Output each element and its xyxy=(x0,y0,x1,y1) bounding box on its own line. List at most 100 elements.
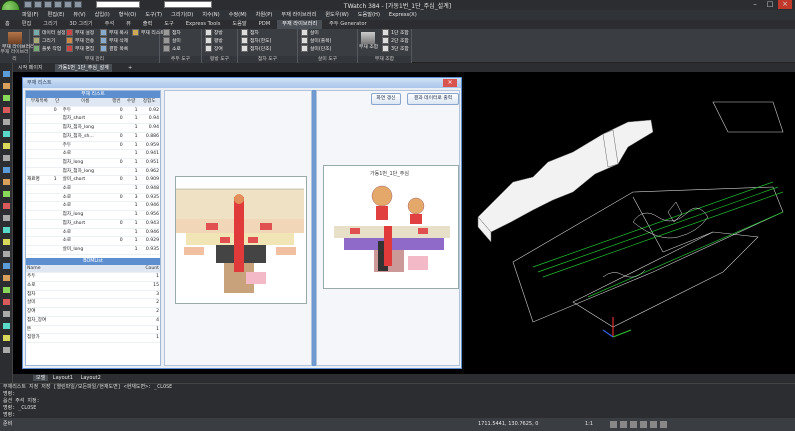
table-row[interactable]: 소로 1 0.941 xyxy=(26,149,160,159)
ribbon-button[interactable]: 소로 xyxy=(163,45,181,54)
table-row[interactable]: 첨차_short 0 1 0.94 xyxy=(26,114,160,125)
table-row[interactable]: 첨차_첨차_long 1 0.962 xyxy=(26,167,160,177)
bracket-elevation-view-left[interactable] xyxy=(175,176,307,304)
menu-item[interactable]: 윈도우(W) xyxy=(325,10,349,20)
bom-row[interactable]: 장여 2 xyxy=(26,307,160,317)
polar-toggle-icon[interactable] xyxy=(640,421,647,428)
column-header[interactable]: 이름 xyxy=(61,98,109,107)
tab-help[interactable]: 도움말 xyxy=(227,20,251,29)
tool-icon[interactable] xyxy=(3,311,10,317)
column-header[interactable]: Count xyxy=(103,264,160,274)
tab-pdm[interactable]: PDM xyxy=(254,20,276,29)
tool-icon[interactable] xyxy=(3,83,10,89)
close-button[interactable]: × xyxy=(778,0,792,9)
menu-item[interactable]: 부재 라이브러리 xyxy=(281,10,316,20)
undo-icon[interactable] xyxy=(64,1,72,8)
tool-icon[interactable] xyxy=(3,131,10,137)
tool-icon[interactable] xyxy=(3,107,10,113)
tool-icon[interactable] xyxy=(3,167,10,173)
tab-express-tools[interactable]: Express Tools xyxy=(181,20,226,29)
tool-icon[interactable] xyxy=(3,191,10,197)
menu-item[interactable]: Express(X) xyxy=(389,10,417,20)
table-row[interactable]: 소로 1 0.946 xyxy=(26,228,160,238)
lineweight-toggle-icon[interactable] xyxy=(660,421,667,428)
layout-tab-model[interactable]: 모델 xyxy=(33,375,49,381)
tool-icon[interactable] xyxy=(3,179,10,185)
tab-edit[interactable]: 편집 xyxy=(17,20,37,29)
tool-icon[interactable] xyxy=(3,299,10,305)
print-icon[interactable] xyxy=(54,1,62,8)
column-header[interactable]: 행번 xyxy=(108,98,124,107)
tab-member-library[interactable]: 부재 라이브러리 xyxy=(277,20,323,29)
ribbon-button[interactable]: 결합 목록 xyxy=(100,45,128,54)
table-row[interactable]: 첨차_첨차_long 1 0.94 xyxy=(26,123,160,133)
menu-item[interactable]: 도움말(H) xyxy=(358,10,380,20)
table-row[interactable]: 0 주두 0 1 0.92 xyxy=(26,106,160,116)
new-file-icon[interactable] xyxy=(24,1,32,8)
column-header[interactable]: Name xyxy=(26,264,104,274)
layer-dropdown[interactable] xyxy=(164,1,212,8)
open-file-icon[interactable] xyxy=(34,1,42,8)
menu-item[interactable]: 차원(P) xyxy=(256,10,273,20)
menu-item[interactable]: 삽입(I) xyxy=(95,10,110,20)
ribbon-button[interactable]: 부재 조합 xyxy=(359,44,378,52)
tool-icon[interactable] xyxy=(3,215,10,221)
bom-row[interactable]: 소로 15 xyxy=(26,281,160,291)
table-row[interactable]: 소로 1 0.946 xyxy=(26,201,160,212)
menu-item[interactable]: 그리기(D) xyxy=(171,10,193,20)
bom-row[interactable]: 첨차 3 xyxy=(26,290,160,300)
table-row[interactable]: 소로 1 0.948 xyxy=(26,184,160,194)
dialog-close-button[interactable]: × xyxy=(443,79,457,87)
ribbon-button[interactable]: 살미(단조) xyxy=(301,45,331,54)
column-header[interactable]: 부재목록 xyxy=(26,98,53,107)
table-row[interactable]: 소로 0 3 0.935 xyxy=(26,193,160,203)
table-row[interactable]: 첨차_short 0 1 0.943 xyxy=(26,219,160,229)
tool-icon[interactable] xyxy=(3,275,10,281)
dialog-title-bar[interactable]: 부재 리스트 xyxy=(23,78,461,88)
doc-tab-active[interactable]: 가동1번_1단_주심_설계 xyxy=(55,64,112,72)
layout-tab-1[interactable]: Layout1 xyxy=(50,375,76,381)
bom-row[interactable]: 살미 2 xyxy=(26,298,160,309)
tool-icon[interactable] xyxy=(3,263,10,269)
export-result-button[interactable]: 결과 데이터로 출력 xyxy=(407,93,459,105)
tool-icon[interactable] xyxy=(3,95,10,101)
ortho-toggle-icon[interactable] xyxy=(630,421,637,428)
tool-icon[interactable] xyxy=(3,155,10,161)
doc-tab-start[interactable]: 시작 페이지 xyxy=(15,64,46,72)
snap-toggle-icon[interactable] xyxy=(610,421,617,428)
tool-icon[interactable] xyxy=(3,203,10,209)
tool-icon[interactable] xyxy=(3,287,10,293)
new-tab-button[interactable]: + xyxy=(125,64,135,72)
bracket-elevation-view-right[interactable]: 가동1번_1단_주심 xyxy=(323,165,459,289)
ribbon-button[interactable]: 첨차(단조) xyxy=(241,45,271,54)
table-row[interactable]: 주두 0 1 0.959 xyxy=(26,141,160,151)
tool-icon[interactable] xyxy=(3,143,10,149)
bom-row[interactable]: 첨항가 1 xyxy=(26,333,160,343)
table-row[interactable]: 첨차_long 1 0.956 xyxy=(26,210,160,220)
tab-3d-draw[interactable]: 3D 그리기 xyxy=(64,20,97,29)
menu-item[interactable]: 도구(T) xyxy=(145,10,162,20)
menu-item[interactable]: 형식(O) xyxy=(119,10,137,20)
column-header[interactable]: 단 xyxy=(52,98,62,107)
menu-item[interactable]: 편집(E) xyxy=(48,10,65,20)
tab-home[interactable]: 홈 xyxy=(0,20,15,29)
tool-icon[interactable] xyxy=(3,119,10,125)
save-icon[interactable] xyxy=(44,1,52,8)
tab-generator[interactable]: 주두 Generator xyxy=(324,20,372,29)
minimize-button[interactable]: – xyxy=(748,0,762,9)
layout-tab-2[interactable]: Layout2 xyxy=(78,375,104,381)
bom-row[interactable]: 주두 1 xyxy=(26,272,160,283)
grid-toggle-icon[interactable] xyxy=(620,421,627,428)
tab-view[interactable]: 뷰 xyxy=(121,20,136,29)
refresh-button[interactable]: 화면 갱신 xyxy=(371,93,401,105)
scale-readout[interactable]: 1:1 xyxy=(585,418,593,431)
table-row[interactable]: 첨차_long 0 1 0.951 xyxy=(26,158,160,168)
table-row[interactable]: 살미_long 1 0.935 xyxy=(26,245,160,255)
table-row[interactable]: 첨차_첨차_sh... 0 1 0.886 xyxy=(26,132,160,142)
column-header[interactable]: 정합도 xyxy=(138,98,160,107)
tool-icon[interactable] xyxy=(3,251,10,257)
redo-icon[interactable] xyxy=(74,1,82,8)
ribbon-button[interactable]: 장여 xyxy=(205,45,223,54)
menu-item[interactable]: 수정(M) xyxy=(229,10,247,20)
osnap-toggle-icon[interactable] xyxy=(650,421,657,428)
